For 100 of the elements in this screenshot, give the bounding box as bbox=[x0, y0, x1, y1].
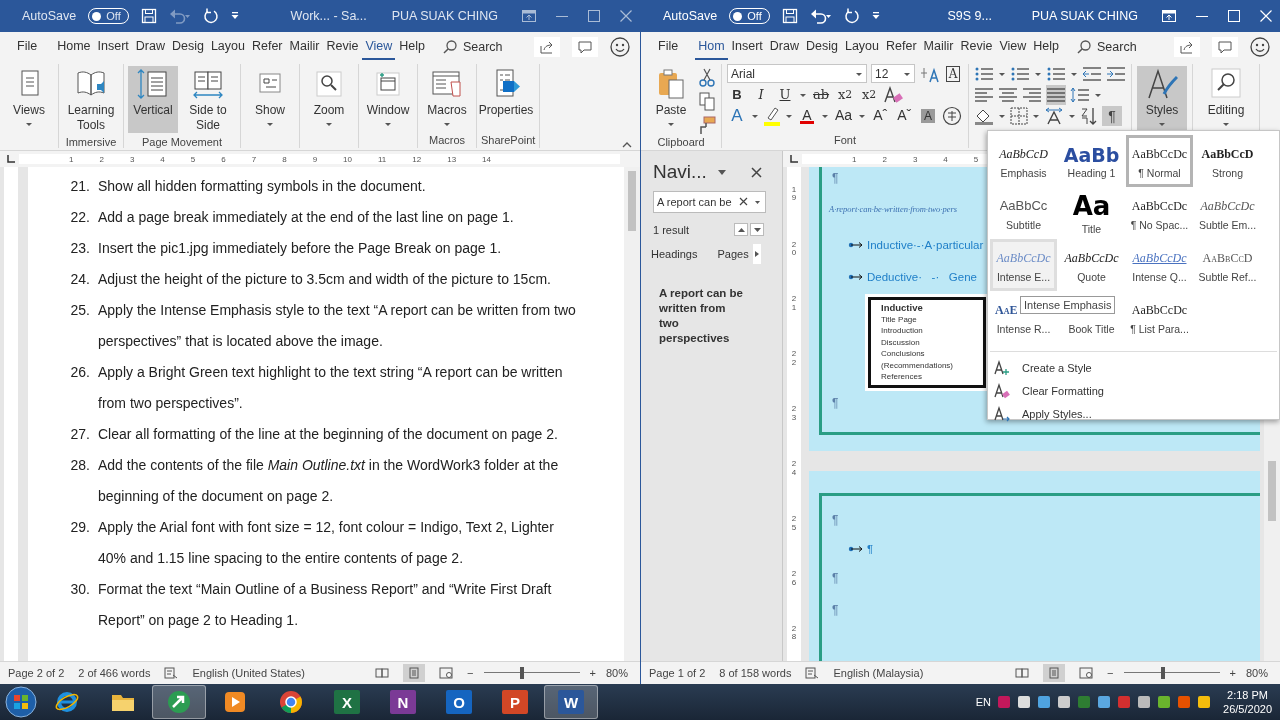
word-count[interactable]: 8 of 158 words bbox=[719, 667, 792, 679]
zoom-out-button[interactable]: − bbox=[467, 667, 474, 679]
style-name[interactable]: ¶ List Para... bbox=[1130, 322, 1189, 335]
ribbon-tab[interactable]: Layou bbox=[207, 34, 248, 60]
ribbon-tab[interactable]: Desig bbox=[168, 34, 207, 60]
ribbon-button[interactable]: Properties bbox=[481, 66, 531, 133]
ribbon-tab[interactable]: Desig bbox=[803, 34, 841, 60]
font-size-field[interactable]: 12 bbox=[871, 64, 915, 83]
taskbar-app[interactable]: X bbox=[320, 685, 374, 719]
language[interactable]: English (Malaysia) bbox=[833, 667, 924, 679]
style-name[interactable]: Intense Q... bbox=[1132, 270, 1187, 283]
search-field[interactable]: Search bbox=[462, 40, 521, 54]
style-name[interactable]: Title bbox=[1081, 222, 1102, 235]
style-name[interactable]: Subtle Ref... bbox=[1198, 270, 1257, 283]
style-preview: AaBbCcDc bbox=[1200, 197, 1255, 215]
pane-tab[interactable]: Headings bbox=[651, 246, 698, 262]
style-name[interactable]: Subtle Em... bbox=[1198, 218, 1257, 231]
ribbon-tab[interactable]: Revie bbox=[957, 34, 996, 60]
style-preview: AaBbCcDc bbox=[1131, 301, 1188, 319]
ribbon-tab[interactable]: Hom bbox=[695, 34, 728, 60]
font-size-button[interactable]: Aˆ bbox=[870, 105, 891, 126]
ribbon-tab[interactable]: File bbox=[655, 34, 682, 60]
taskbar-app[interactable]: O bbox=[432, 685, 486, 719]
format-button[interactable]: B bbox=[727, 84, 747, 105]
ribbon-button[interactable]: Learning Tools bbox=[63, 66, 119, 136]
style-name[interactable]: Subtitle bbox=[1006, 218, 1041, 231]
font-size-button[interactable]: Aˇ bbox=[894, 105, 915, 126]
ribbon-tab[interactable]: Revie bbox=[323, 34, 362, 60]
navigation-search-field[interactable]: A report can be bbox=[653, 191, 766, 213]
input-language[interactable]: EN bbox=[975, 696, 992, 708]
pane-tab[interactable]: Pages bbox=[717, 246, 749, 262]
word-count[interactable]: 2 of 466 words bbox=[78, 667, 151, 679]
zoom-in-button[interactable]: + bbox=[1229, 667, 1236, 679]
ribbon-tab[interactable]: Refer bbox=[248, 34, 286, 60]
clock-date[interactable]: 26/5/2020 bbox=[1223, 702, 1272, 716]
ribbon-tab[interactable]: Layou bbox=[841, 34, 883, 60]
text-effects-button[interactable]: A bbox=[727, 105, 747, 126]
font-color-button[interactable]: A bbox=[797, 105, 817, 126]
style-name[interactable]: Intense R... bbox=[996, 322, 1051, 335]
search-field[interactable]: Search bbox=[1097, 40, 1156, 54]
ribbon-tab[interactable]: Help bbox=[1030, 34, 1063, 60]
ribbon-tab[interactable]: Draw bbox=[132, 34, 168, 60]
format-button[interactable]: ab bbox=[811, 84, 832, 105]
ribbon-button[interactable]: Show bbox=[245, 66, 295, 133]
zoom-in-button[interactable]: + bbox=[589, 667, 596, 679]
taskbar-app[interactable]: P bbox=[488, 685, 542, 719]
menu-item[interactable]: Create a Style bbox=[990, 356, 1277, 379]
search-result[interactable]: A report can be written from two perspectives bbox=[659, 286, 747, 346]
document-title: Work... - Sa... bbox=[289, 9, 368, 23]
ribbon-button[interactable]: Macros bbox=[422, 66, 472, 133]
ribbon-tab[interactable]: View bbox=[362, 34, 396, 60]
ribbon-button[interactable]: Views bbox=[4, 66, 54, 133]
menu-item[interactable]: Clear Formatting bbox=[990, 379, 1277, 402]
styles-button[interactable]: Styles bbox=[1137, 66, 1187, 133]
ribbon-tab[interactable]: File bbox=[14, 34, 41, 60]
ribbon-button[interactable]: Vertical bbox=[128, 66, 178, 133]
ribbon-tab[interactable]: Insert bbox=[728, 34, 766, 60]
style-option[interactable]: AaBbCcDc ¶ Normal bbox=[1126, 135, 1193, 187]
menu-item[interactable]: Apply Styles... bbox=[990, 402, 1277, 425]
style-name[interactable]: Heading 1 bbox=[1067, 166, 1116, 179]
taskbar-app[interactable]: W bbox=[544, 685, 598, 719]
list-item-text: Adjust the height of the picture to 3.5cm and width of the picture to 15cm. bbox=[98, 270, 552, 289]
format-button[interactable]: U bbox=[775, 84, 795, 105]
zoom-out-button[interactable]: − bbox=[1107, 667, 1114, 679]
zoom-level[interactable]: 80% bbox=[1245, 667, 1268, 679]
style-name[interactable]: Quote bbox=[1077, 270, 1106, 283]
style-option[interactable]: AaBbCcDc Intense E... bbox=[990, 239, 1057, 291]
paste-button[interactable]: Paste bbox=[646, 66, 696, 133]
page-count[interactable]: Page 2 of 2 bbox=[8, 667, 65, 679]
style-name[interactable]: ¶ No Spac... bbox=[1130, 218, 1189, 231]
ribbon-tab[interactable]: Help bbox=[396, 34, 428, 60]
font-name-field[interactable]: Arial bbox=[727, 64, 867, 83]
change-case-button[interactable]: Aa bbox=[833, 105, 855, 126]
zoom-level[interactable]: 80% bbox=[605, 667, 628, 679]
taskbar-app[interactable]: N bbox=[376, 685, 430, 719]
ribbon-tab[interactable]: Insert bbox=[94, 34, 132, 60]
ribbon-tab[interactable]: Home bbox=[54, 34, 94, 60]
pane-title: Navi... bbox=[653, 161, 707, 183]
ribbon-tab[interactable]: Refer bbox=[883, 34, 920, 60]
style-name[interactable]: Strong bbox=[1212, 166, 1243, 179]
image-text: Title Page bbox=[881, 313, 917, 325]
character-border-button[interactable]: A bbox=[943, 63, 963, 84]
list-item-text: Clear all formatting of the line at the beginning of the document on page 2. bbox=[98, 425, 559, 444]
style-name[interactable]: Book Title bbox=[1068, 322, 1115, 335]
ruler-number: 6 bbox=[221, 154, 226, 164]
ribbon-button[interactable]: Zoom bbox=[304, 66, 354, 133]
show-marks-button[interactable]: ¶ bbox=[1102, 105, 1122, 126]
style-preview: AaBbCc bbox=[999, 196, 1048, 215]
page-count[interactable]: Page 1 of 2 bbox=[649, 667, 706, 679]
ribbon-button[interactable]: Side to Side bbox=[180, 66, 236, 136]
language[interactable]: English (United States) bbox=[192, 667, 305, 679]
ribbon-tab[interactable]: Draw bbox=[766, 34, 802, 60]
ribbon-tab[interactable]: Mailir bbox=[286, 34, 323, 60]
ribbon-tab[interactable]: View bbox=[996, 34, 1030, 60]
editing-button[interactable]: Editing bbox=[1198, 66, 1254, 133]
ribbon-tab[interactable]: Mailir bbox=[920, 34, 957, 60]
format-button[interactable]: I bbox=[751, 84, 771, 105]
clock-time[interactable]: 2:18 PM bbox=[1227, 688, 1268, 702]
style-name[interactable]: Emphasis bbox=[1000, 166, 1047, 179]
ribbon-button[interactable]: Window bbox=[363, 66, 413, 133]
